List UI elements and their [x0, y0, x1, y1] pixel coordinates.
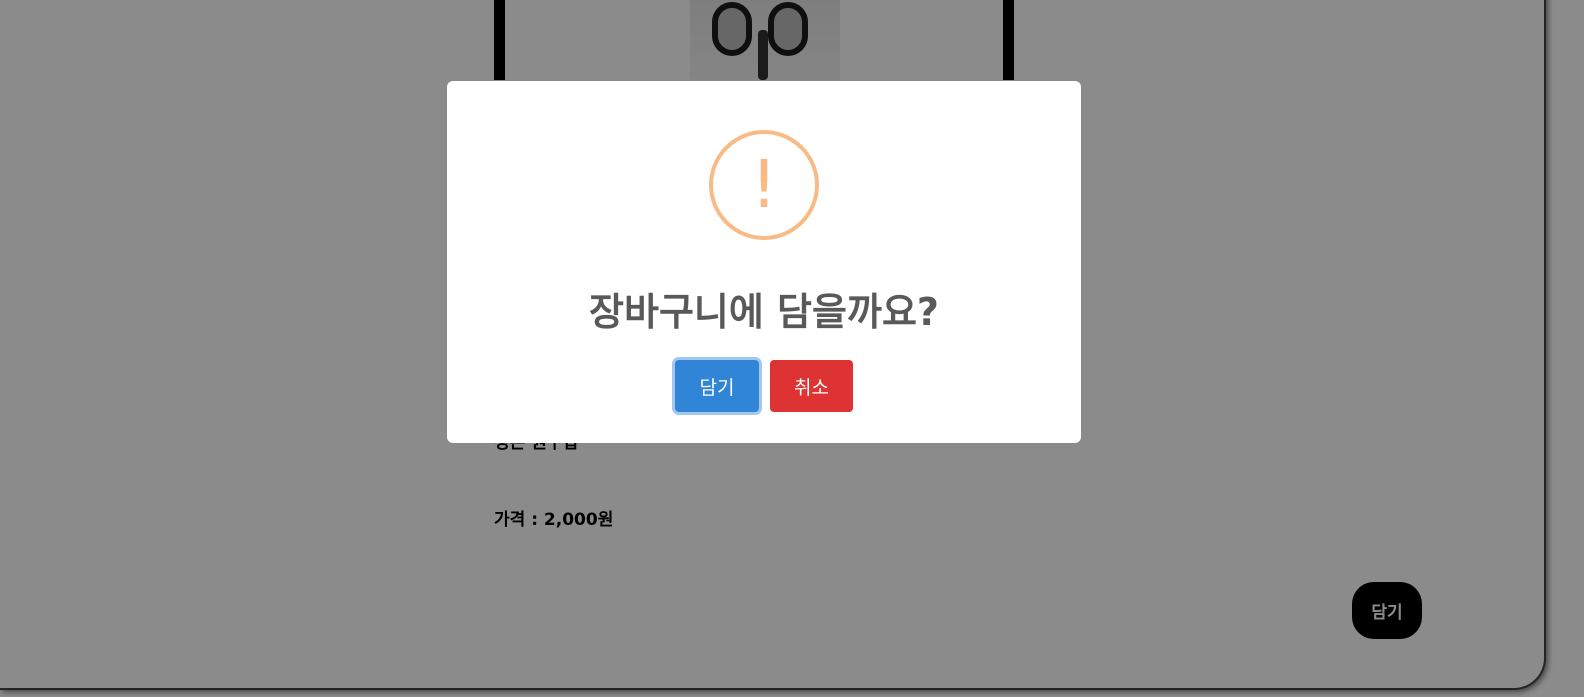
dialog-actions: 담기 취소: [447, 360, 1081, 412]
cancel-button[interactable]: 취소: [770, 360, 853, 412]
dialog-title: 장바구니에 담을까요?: [589, 290, 939, 334]
page: 정은 원구입 가격 : 2,000원 담기 ! 장바구니에 담을까요? 담기 취…: [0, 0, 1584, 697]
confirm-dialog: ! 장바구니에 담을까요? 담기 취소: [447, 81, 1081, 443]
warning-icon: !: [709, 130, 819, 240]
confirm-add-button[interactable]: 담기: [675, 360, 759, 412]
